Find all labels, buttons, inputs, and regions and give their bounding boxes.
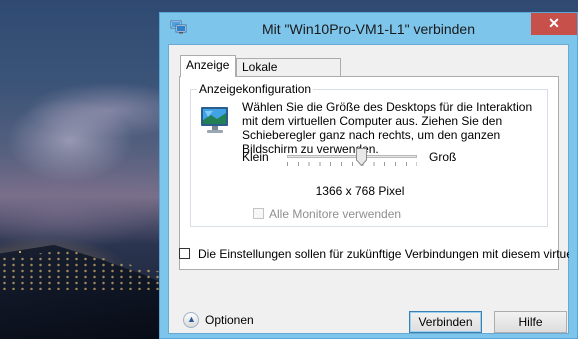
slider-min-label: Klein [242,150,269,164]
chevron-up-icon[interactable]: ▲ [183,312,199,328]
all-monitors-checkbox[interactable] [253,208,264,219]
tab-anzeige[interactable]: Anzeige [180,55,236,77]
dialog-client-area: Anzeige Lokale Ressourcen Anzeigekonfigu… [168,44,569,334]
tab-panel-anzeige: Anzeigekonfiguration Wählen Sie die Größ… [179,76,559,270]
display-configuration-group: Anzeigekonfiguration Wählen Sie die Größ… [190,82,548,227]
tab-lokale-ressourcen[interactable]: Lokale Ressourcen [236,58,341,91]
slider-ticks [287,162,417,166]
slider-thumb[interactable] [356,148,368,167]
persist-settings-checkbox[interactable] [179,248,190,259]
close-icon: ✕ [548,15,560,31]
title-bar[interactable]: Mit "Win10Pro-VM1-L1" verbinden ✕ [160,13,577,44]
connect-dialog: Mit "Win10Pro-VM1-L1" verbinden ✕ Anzeig… [159,12,578,339]
resolution-value: 1366 x 768 Pixel [315,184,405,198]
display-size-slider[interactable] [287,148,417,170]
close-button[interactable]: ✕ [531,13,577,35]
all-monitors-label: Alle Monitore verwenden [269,207,402,221]
persist-settings-row[interactable]: Die Einstellungen sollen für zukünftige … [179,247,569,263]
options-label: Optionen [205,313,254,327]
slider-track[interactable] [287,155,417,158]
group-legend: Anzeigekonfiguration [197,82,314,96]
window-title: Mit "Win10Pro-VM1-L1" verbinden [261,21,476,37]
wallpaper-city-lights [0,250,170,290]
slider-max-label: Groß [429,150,457,164]
monitor-icon [199,104,231,136]
persist-settings-label: Die Einstellungen sollen für zukünftige … [198,247,569,261]
help-button[interactable]: Hilfe [494,311,567,333]
connect-button[interactable]: Verbinden [409,311,482,333]
